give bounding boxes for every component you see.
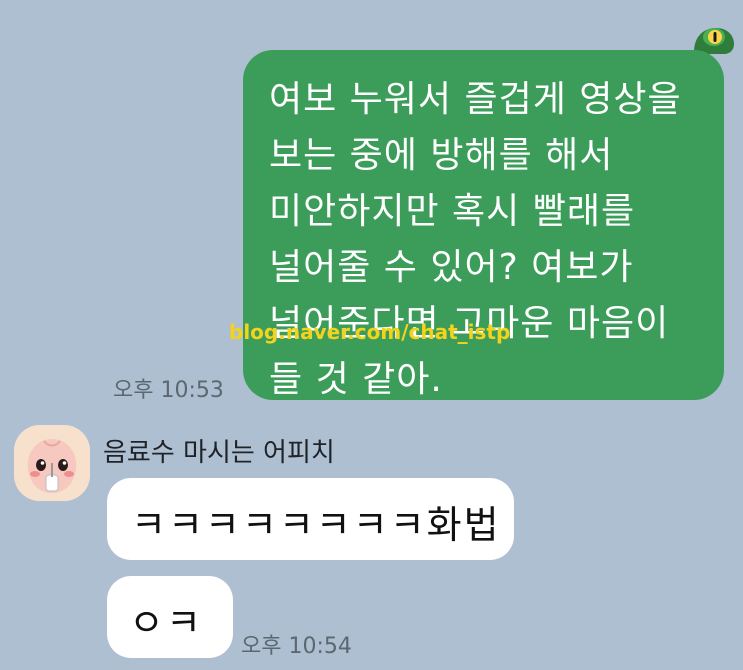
outgoing-timestamp: 오후 10:53 [113, 378, 224, 403]
chat-area: 여보 누워서 즐겁게 영상을 보는 중에 방해를 해서 미안하지만 혹시 빨래를… [0, 0, 743, 670]
sender-name: 음료수 마시는 어피치 [103, 438, 335, 468]
outgoing-message-text: 여보 누워서 즐겁게 영상을 보는 중에 방해를 해서 미안하지만 혹시 빨래를… [269, 79, 682, 400]
apeach-avatar-icon[interactable] [14, 425, 90, 501]
incoming-message-bubble[interactable]: ㅇㅋ [107, 576, 233, 658]
incoming-message-text: ㅇㅋ [129, 601, 203, 645]
incoming-message-text: ㅋㅋㅋㅋㅋㅋㅋㅋ화법 [131, 503, 501, 547]
outgoing-message-bubble[interactable]: 여보 누워서 즐겁게 영상을 보는 중에 방해를 해서 미안하지만 혹시 빨래를… [243, 50, 724, 400]
watermark-text: blog.naver.com/chat_istp [229, 320, 511, 344]
incoming-message-bubble[interactable]: ㅋㅋㅋㅋㅋㅋㅋㅋ화법 [107, 478, 514, 560]
avatar-illustration [14, 425, 90, 501]
incoming-timestamp: 오후 10:54 [241, 634, 352, 659]
